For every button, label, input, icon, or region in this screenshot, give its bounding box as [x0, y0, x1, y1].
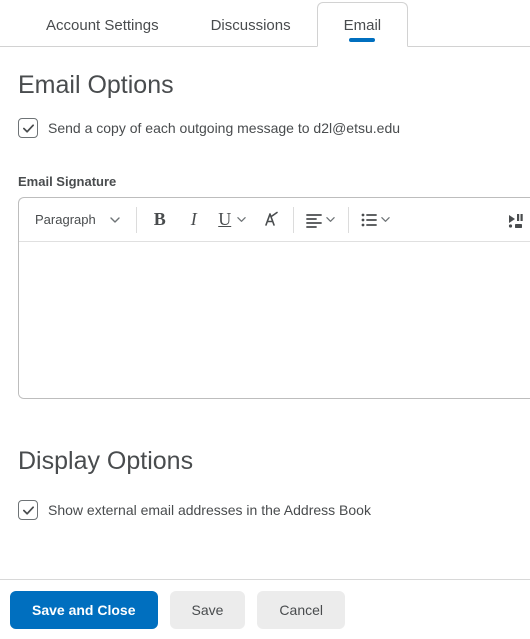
align-button[interactable]: [300, 203, 342, 237]
heading-email-options: Email Options: [18, 71, 530, 100]
signature-textarea[interactable]: [19, 242, 530, 398]
footer-action-bar: Save and Close Save Cancel: [0, 579, 530, 639]
text-color-button[interactable]: [253, 203, 287, 237]
underline-icon: U: [218, 209, 231, 230]
insert-stuff-icon: [506, 211, 524, 229]
align-left-icon: [305, 211, 323, 229]
bullet-list-icon: [360, 211, 378, 229]
editor-toolbar: Paragraph B I U: [19, 198, 530, 242]
save-button[interactable]: Save: [170, 591, 246, 629]
bold-icon: B: [154, 209, 166, 230]
tab-email[interactable]: Email: [317, 2, 409, 47]
heading-display-options: Display Options: [18, 447, 530, 476]
show-external-checkbox[interactable]: [18, 500, 38, 520]
check-icon: [22, 122, 35, 135]
show-external-row: Show external email addresses in the Add…: [18, 500, 530, 520]
bold-button[interactable]: B: [143, 203, 177, 237]
save-and-close-button[interactable]: Save and Close: [10, 591, 158, 629]
text-color-icon: [260, 210, 280, 230]
italic-icon: I: [191, 209, 197, 230]
insert-stuff-button[interactable]: [500, 203, 530, 237]
paragraph-style-label: Paragraph: [35, 212, 96, 227]
italic-button[interactable]: I: [177, 203, 211, 237]
chevron-down-icon: [110, 215, 120, 225]
check-icon: [22, 504, 35, 517]
signature-editor: Paragraph B I U: [18, 197, 530, 399]
tab-discussions[interactable]: Discussions: [185, 3, 317, 46]
tab-bar: Account Settings Discussions Email: [0, 0, 530, 47]
show-external-label: Show external email addresses in the Add…: [48, 502, 371, 518]
signature-label: Email Signature: [18, 174, 530, 189]
send-copy-row: Send a copy of each outgoing message to …: [18, 118, 530, 138]
send-copy-label: Send a copy of each outgoing message to …: [48, 120, 400, 136]
paragraph-style-select[interactable]: Paragraph: [25, 208, 130, 231]
cancel-button[interactable]: Cancel: [257, 591, 345, 629]
content-area: Email Options Send a copy of each outgoi…: [0, 47, 530, 520]
underline-button[interactable]: U: [211, 203, 253, 237]
chevron-down-icon: [237, 215, 246, 224]
tab-account-settings[interactable]: Account Settings: [20, 3, 185, 46]
send-copy-checkbox[interactable]: [18, 118, 38, 138]
chevron-down-icon: [381, 215, 390, 224]
list-button[interactable]: [355, 203, 397, 237]
chevron-down-icon: [326, 215, 335, 224]
